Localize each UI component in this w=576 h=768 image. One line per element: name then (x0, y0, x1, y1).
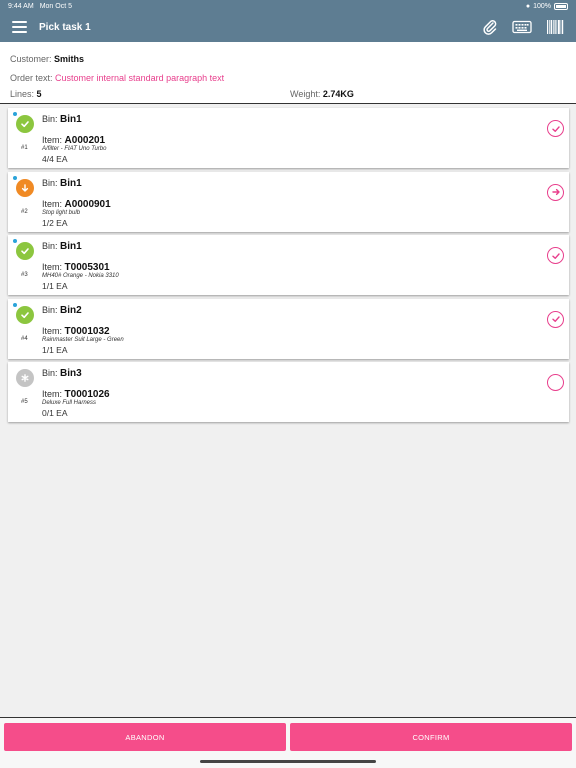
status-done-icon (16, 115, 34, 133)
item-code: T0001026 (64, 389, 110, 400)
abandon-button[interactable]: ABANDON (4, 723, 286, 751)
status-pending-icon (16, 369, 34, 387)
bin-label: Bin: (42, 304, 58, 315)
home-indicator[interactable] (200, 760, 376, 763)
unread-dot (13, 302, 17, 307)
bin-label: Bin: (42, 177, 58, 188)
check-circle-icon[interactable] (547, 310, 564, 328)
item-quantity: 0/1 EA (42, 408, 68, 418)
item-code: A0000901 (64, 198, 111, 210)
item-field: Item: T0005301 (42, 262, 110, 273)
status-time: 9:44 AM (8, 2, 34, 10)
pick-line-4[interactable]: #4 Bin: Bin2 Item: T0001032 Rainmaster S… (8, 298, 569, 359)
item-field: Item: T0001032 (42, 326, 110, 337)
item-description: Stop light bulb (42, 209, 81, 216)
item-description: Deluxe Full Harness (42, 400, 97, 406)
line-number: #4 (21, 335, 28, 342)
line-number: #1 (21, 145, 28, 151)
item-label: Item: (42, 262, 63, 272)
order-text-value[interactable]: Customer internal standard paragraph tex… (55, 73, 224, 83)
pick-line-list: #1 Bin: Bin1 Item: A000201 A/filter - FI… (8, 108, 569, 426)
lines-label: Lines: (10, 89, 35, 99)
status-done-icon (16, 305, 34, 324)
item-quantity: 1/1 EA (42, 344, 68, 355)
barcode-icon[interactable] (546, 19, 564, 35)
keyboard-icon[interactable] (512, 20, 532, 34)
summary-row: Lines: 5 Weight: 2.74KG (10, 86, 566, 102)
item-field: Item: A000201 (42, 135, 105, 146)
arrow-right-circle-icon[interactable] (547, 183, 564, 201)
check-circle-icon[interactable] (547, 247, 564, 264)
bin-value: Bin2 (60, 304, 82, 316)
item-code: T0005301 (64, 262, 110, 273)
status-done-icon (16, 242, 34, 260)
nav-bar: Pick task 1 (0, 12, 576, 42)
weight-value: 2.74KG (322, 89, 354, 99)
weight-label: Weight: (290, 89, 321, 99)
wifi-icon: ● (525, 2, 531, 10)
order-text-label: Order text: (10, 73, 53, 83)
status-date: Mon Oct 5 (39, 2, 72, 10)
unread-dot (13, 175, 17, 180)
item-label: Item: (42, 135, 63, 145)
customer-value: Smiths (54, 54, 85, 64)
page-title: Pick task 1 (39, 21, 91, 33)
nav-actions (482, 19, 564, 35)
pick-line-5[interactable]: #5 Bin: Bin3 Item: T0001026 Deluxe Full … (8, 362, 569, 422)
bin-field: Bin: Bin1 (42, 114, 82, 125)
bin-field: Bin: Bin1 (42, 178, 82, 189)
battery-icon (554, 2, 568, 10)
item-label: Item: (42, 198, 63, 209)
footer-bar: ABANDON CONFIRM (0, 717, 576, 768)
line-number: #5 (21, 399, 28, 405)
unread-dot (13, 239, 17, 243)
unread-dot (13, 112, 17, 116)
check-circle-icon[interactable] (547, 120, 564, 137)
pick-line-3[interactable]: #3 Bin: Bin1 Item: T0005301 MH40# Orange… (8, 235, 569, 295)
confirm-button[interactable]: CONFIRM (290, 723, 572, 751)
bin-value: Bin1 (60, 177, 82, 189)
bin-field: Bin: Bin1 (42, 241, 82, 252)
item-field: Item: T0001026 (42, 389, 110, 400)
customer-row: Customer: Smiths (10, 51, 566, 67)
item-quantity: 1/1 EA (42, 281, 68, 291)
bin-value: Bin3 (60, 368, 82, 379)
lines-summary: Lines: 5 (10, 86, 42, 102)
item-label: Item: (42, 389, 63, 399)
order-text-row: Order text: Customer internal standard p… (10, 70, 566, 86)
item-label: Item: (42, 325, 63, 336)
item-quantity: 1/2 EA (42, 217, 68, 228)
item-description: Rainmaster Suit Large - Green (42, 336, 124, 343)
menu-icon[interactable] (12, 21, 27, 33)
bin-label: Bin: (42, 368, 58, 378)
bin-label: Bin: (42, 114, 58, 124)
item-code: A000201 (64, 135, 106, 146)
bin-value: Bin1 (60, 241, 82, 252)
item-description: MH40# Orange - Nokia 3310 (42, 273, 119, 279)
item-field: Item: A0000901 (42, 199, 111, 210)
bin-field: Bin: Bin2 (42, 305, 82, 316)
item-code: T0001032 (64, 325, 110, 337)
lines-value: 5 (36, 89, 42, 99)
line-number: #2 (21, 208, 28, 215)
bin-label: Bin: (42, 241, 58, 251)
status-right: ● 100% (525, 2, 568, 10)
weight-summary: Weight: 2.74KG (290, 86, 354, 102)
empty-circle-icon[interactable] (547, 374, 564, 391)
customer-label: Customer: (10, 54, 52, 64)
line-number: #3 (21, 272, 28, 278)
bin-value: Bin1 (60, 114, 82, 125)
battery-percent: 100% (533, 2, 551, 10)
status-partial-icon (16, 178, 34, 197)
item-description: A/filter - FIAT Uno Turbo (42, 146, 107, 152)
pick-line-2[interactable]: #2 Bin: Bin1 Item: A0000901 Stop light b… (8, 171, 569, 232)
item-quantity: 4/4 EA (42, 154, 68, 164)
attachment-icon[interactable] (482, 19, 498, 35)
order-header: Customer: Smiths Order text: Customer in… (0, 42, 576, 104)
bin-field: Bin: Bin3 (42, 368, 82, 379)
status-bar: 9:44 AM Mon Oct 5 ● 100% (0, 0, 576, 12)
pick-line-1[interactable]: #1 Bin: Bin1 Item: A000201 A/filter - FI… (8, 108, 569, 168)
